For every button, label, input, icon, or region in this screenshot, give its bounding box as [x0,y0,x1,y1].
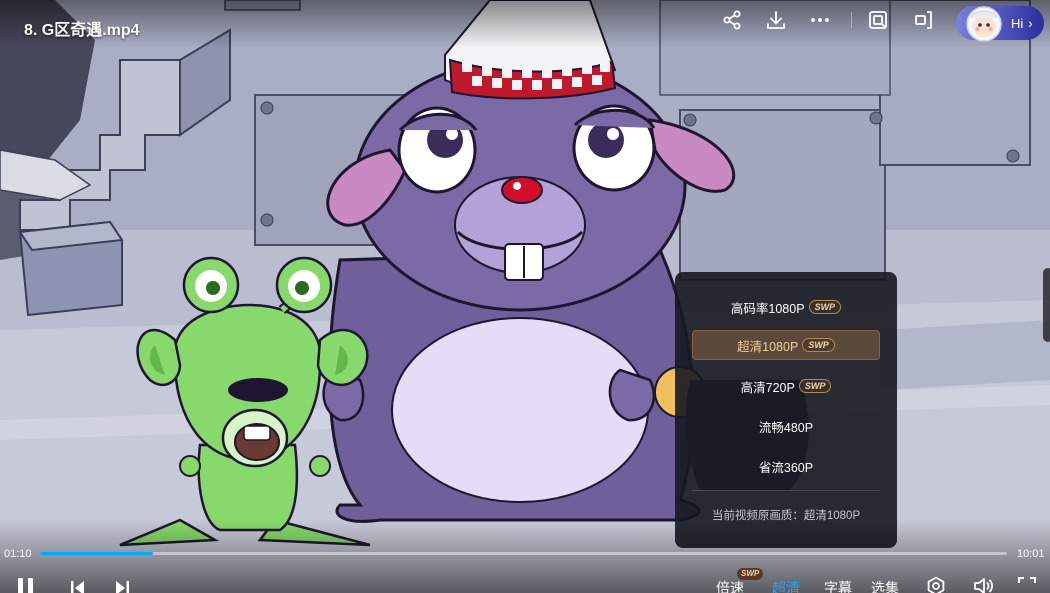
top-bar: 8. G区奇遇.mp4 Hi › [0,0,1050,48]
download-icon[interactable] [765,9,787,31]
progress-fill [40,552,153,555]
video-title: 8. G区奇遇.mp4 [24,22,140,39]
assistant-avatar-icon [966,6,1002,42]
quality-option-480p[interactable]: 流畅480P [692,411,880,441]
side-panel-handle[interactable] [1043,268,1050,342]
episodes-button[interactable]: 选集 [871,578,899,593]
settings-icon[interactable] [926,576,946,593]
quality-option-label: 流畅480P [758,420,814,435]
assistant-label: Hi [1011,16,1024,31]
quality-option-720p[interactable]: 高清720P SWP [692,371,880,401]
more-icon[interactable] [809,9,831,31]
assistant-button[interactable]: Hi › [956,6,1044,42]
quality-option-label: 高清720P [740,380,795,395]
total-time: 10:01 [1017,548,1045,560]
volume-icon[interactable] [973,576,995,593]
swp-badge: SWP [808,300,842,314]
current-time: 01:10 [4,548,32,560]
swp-badge: SWP [802,338,835,352]
pause-icon[interactable] [16,576,36,593]
picture-in-picture-icon[interactable] [912,9,934,31]
quality-option-label: 超清1080P [737,339,799,354]
quality-option-label: 高码率1080P [730,301,805,316]
subtitle-button[interactable]: 字幕 [824,578,852,593]
next-icon[interactable] [114,579,130,593]
share-icon[interactable] [721,9,743,31]
speed-button[interactable]: 倍速 [716,578,744,593]
quality-option-1080p[interactable]: 超清1080P SWP [692,330,880,360]
quality-option-360p[interactable]: 省流360P [692,451,880,481]
chevron-right-icon: › [1028,15,1033,31]
toolbar-divider [851,12,852,28]
screenshot-icon[interactable] [867,9,889,31]
quality-button[interactable]: 超清 [772,578,800,593]
swp-badge: SWP [798,379,832,393]
quality-menu: 高码率1080P SWP 超清1080P SWP 高清720P SWP 流畅48… [675,272,897,548]
quality-option-1080p-high-bitrate[interactable]: 高码率1080P SWP [692,292,880,322]
previous-icon[interactable] [70,579,86,593]
quality-menu-divider [692,490,880,491]
fullscreen-icon[interactable] [1018,577,1036,593]
progress-bar[interactable] [40,552,1007,555]
quality-option-label: 省流360P [758,460,814,475]
